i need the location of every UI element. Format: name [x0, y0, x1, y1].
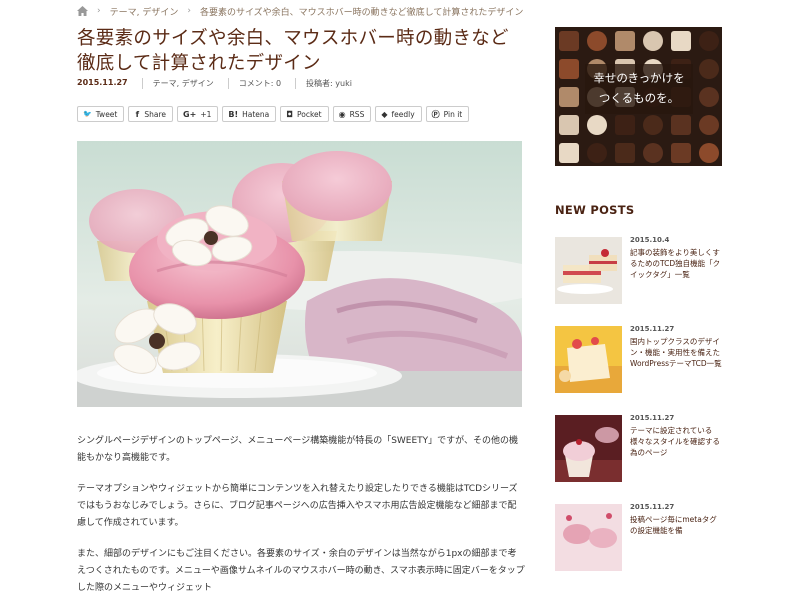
- chocolate-piece: [559, 31, 579, 51]
- post-date: 2015.10.4: [630, 236, 670, 244]
- share-tweet-button[interactable]: 🐦 Tweet: [77, 106, 125, 122]
- post-title[interactable]: テーマに設定されている様々なスタイルを確認する為のページ: [630, 425, 722, 458]
- post-thumbnail[interactable]: [555, 415, 622, 482]
- page-title: 各要素のサイズや余白、マウスホバー時の動きなど徹底して計算されたデザイン: [77, 28, 509, 74]
- chocolate-piece: [559, 143, 579, 163]
- facebook-icon: f: [135, 109, 140, 119]
- post-date: 2015.11.27: [630, 414, 675, 422]
- post-thumbnail[interactable]: [555, 237, 622, 304]
- new-post-item[interactable]: 2015.10.4 記事の装飾をより美しくするためのTCD独自機能「クイックタグ…: [555, 236, 725, 305]
- post-comments[interactable]: コメント: 0: [227, 78, 281, 89]
- post-date: 2015.11.27: [630, 503, 675, 511]
- post-author[interactable]: 投稿者: yuki: [295, 78, 352, 89]
- breadcrumb: › テーマ, デザイン › 各要素のサイズや余白、マウスホバー時の動きなど徹底し…: [77, 4, 523, 18]
- home-icon[interactable]: [77, 6, 88, 16]
- chocolate-piece: [699, 87, 719, 107]
- post-thumbnail[interactable]: [555, 504, 622, 571]
- bird-icon: 🐦: [83, 110, 92, 118]
- chocolate-piece: [671, 31, 691, 51]
- post-title[interactable]: 国内トップクラスのデザイン・機能・実用性を備えたWordPressテーマTCD一…: [630, 336, 722, 369]
- post-date: 2015.11.27: [77, 78, 128, 87]
- share-google-plus-button[interactable]: G+ +1: [177, 106, 219, 122]
- feedly-icon: ◆: [381, 109, 388, 119]
- new-post-item[interactable]: 2015.11.27 テーマに設定されている様々なスタイルを確認する為のページ: [555, 414, 725, 483]
- article-body: シングルページデザインのトップページ、メニューページ構築機能が特長の「SWEET…: [77, 433, 525, 611]
- chocolate-piece: [643, 31, 663, 51]
- share-pinterest-button[interactable]: Ⓟ Pin it: [425, 106, 470, 122]
- post-title[interactable]: 記事の装飾をより美しくするためのTCD独自機能「クイックタグ」一覧: [630, 247, 722, 280]
- google-plus-icon: G+: [183, 109, 197, 119]
- share-rss-button[interactable]: ◉ RSS: [332, 106, 372, 122]
- sidebar-ad-banner[interactable]: 幸せのきっかけを つくるものを。: [555, 27, 722, 166]
- breadcrumb-category[interactable]: テーマ, デザイン: [110, 5, 179, 18]
- chocolate-piece: [615, 143, 635, 163]
- rss-icon: ◉: [338, 109, 346, 119]
- ad-caption: 幸せのきっかけを つくるものを。: [585, 64, 693, 114]
- share-pocket-button[interactable]: ◘ Pocket: [280, 106, 329, 122]
- new-posts-heading: NEW POSTS: [555, 203, 635, 217]
- share-facebook-button[interactable]: f Share: [128, 106, 174, 122]
- chevron-right-icon: ›: [97, 6, 101, 16]
- chocolate-piece: [559, 87, 579, 107]
- post-title[interactable]: 投稿ページ毎にmetaタグの設定機能を備: [630, 514, 722, 536]
- hero-image: [77, 141, 522, 407]
- chocolate-piece: [559, 115, 579, 135]
- chocolate-piece: [587, 115, 607, 135]
- post-thumbnail[interactable]: [555, 326, 622, 393]
- chocolate-piece: [699, 31, 719, 51]
- article-paragraph: また、細部のデザインにもご注目ください。各要素のサイズ・余白のデザインは当然なが…: [77, 549, 525, 593]
- chocolate-piece: [699, 59, 719, 79]
- new-post-item[interactable]: 2015.11.27 投稿ページ毎にmetaタグの設定機能を備: [555, 503, 725, 572]
- chocolate-piece: [643, 143, 663, 163]
- chocolate-piece: [587, 143, 607, 163]
- chocolate-piece: [671, 115, 691, 135]
- hatena-icon: B!: [228, 109, 239, 119]
- chocolate-piece: [615, 115, 635, 135]
- post-categories[interactable]: テーマ, デザイン: [141, 78, 214, 89]
- share-buttons: 🐦 Tweet f Share G+ +1 B! Hatena ◘ Pocket ◉ RSS…: [77, 106, 470, 122]
- share-feedly-button[interactable]: ◆ feedly: [375, 106, 422, 122]
- chocolate-piece: [699, 143, 719, 163]
- pinterest-icon: Ⓟ: [431, 109, 440, 119]
- pocket-icon: ◘: [286, 109, 293, 119]
- chocolate-piece: [671, 143, 691, 163]
- chevron-right-icon: ›: [187, 6, 191, 16]
- post-meta: 2015.11.27 テーマ, デザイン コメント: 0 投稿者: yuki: [77, 78, 352, 89]
- share-hatena-button[interactable]: B! Hatena: [222, 106, 277, 122]
- post-date: 2015.11.27: [630, 325, 675, 333]
- article-paragraph: シングルページデザインのトップページ、メニューページ構築機能が特長の「SWEET…: [77, 436, 518, 463]
- new-post-item[interactable]: 2015.11.27 国内トップクラスのデザイン・機能・実用性を備えたWordP…: [555, 325, 725, 394]
- chocolate-piece: [587, 31, 607, 51]
- chocolate-piece: [559, 59, 579, 79]
- article-paragraph: テーマオプションやウィジェットから簡単にコンテンツを入れ替えたり設定したりできる…: [77, 484, 518, 528]
- breadcrumb-current: 各要素のサイズや余白、マウスホバー時の動きなど徹底して計算されたデザイン: [199, 7, 524, 18]
- chocolate-piece: [643, 115, 663, 135]
- chocolate-piece: [699, 115, 719, 135]
- chocolate-piece: [615, 31, 635, 51]
